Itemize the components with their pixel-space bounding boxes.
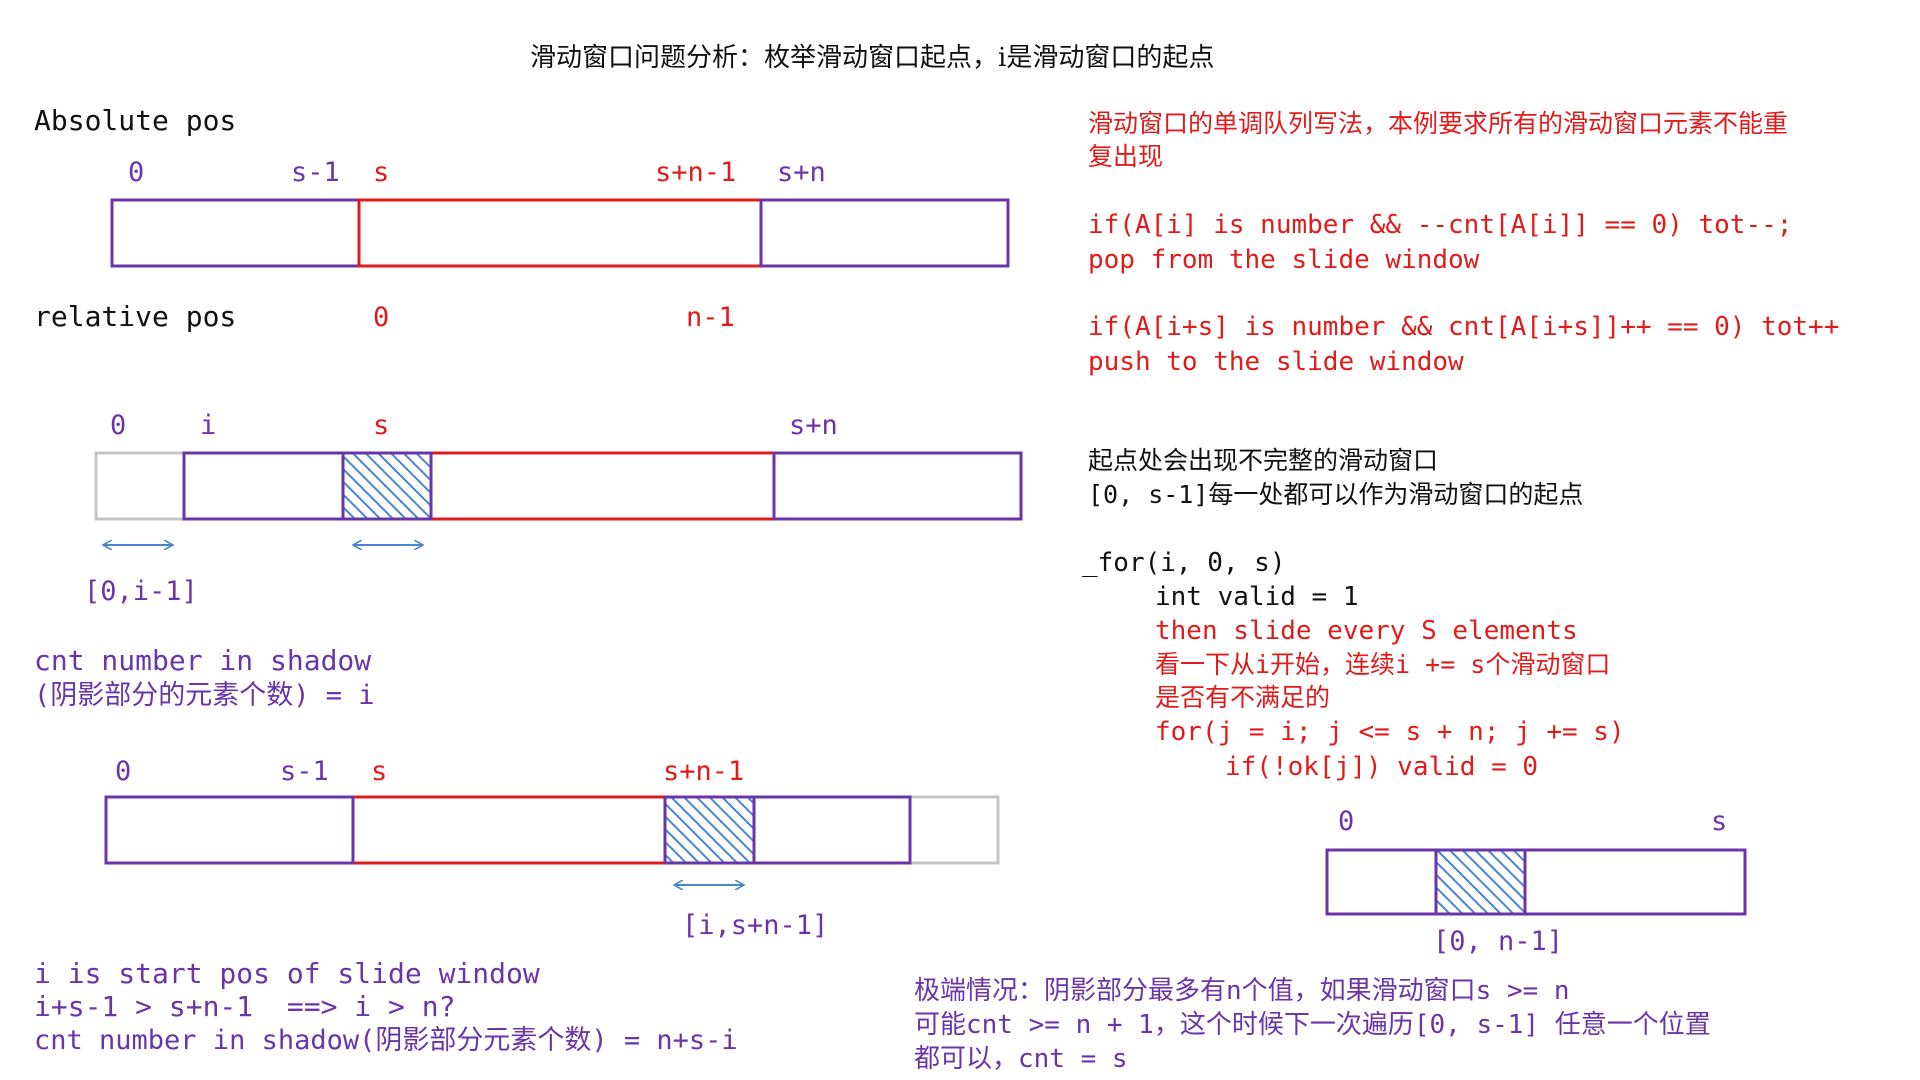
bottom-left-line3: cnt number in shadow(阴影部分元素个数) = n+s-i: [34, 1025, 738, 1056]
right-intro-line1: 滑动窗口的单调队列写法，本例要求所有的滑动窗口元素不能重: [1088, 109, 1788, 138]
loop-line6: for(j = i; j <= s + n; j += s): [1155, 717, 1625, 747]
d1-window-block: [357, 198, 763, 268]
code-pop-line: if(A[i] is number && --cnt[A[i]] == 0) t…: [1088, 210, 1792, 240]
loop-line5: 是否有不满足的: [1155, 683, 1330, 712]
bottom-left-line1: i is start pos of slide window: [34, 957, 540, 990]
extreme-line2: 可能cnt >= n + 1，这个时候下一次遍历[0, s-1] 任意一个位置: [914, 1010, 1711, 1040]
sliding-window-diagram: 滑动窗口问题分析：枚举滑动窗口起点，i是滑动窗口的起点 Absolute pos…: [34, 43, 1839, 1074]
d2-suffix-block: [772, 451, 1023, 521]
d4-tick-s: s: [1711, 806, 1727, 837]
d3-overflow-block: [908, 795, 1000, 865]
d4-window-block: [1325, 848, 1747, 916]
d2-range-label: [0,i-1]: [84, 576, 198, 607]
code-pop-note: pop from the slide window: [1088, 245, 1480, 275]
d2-tick-s: s: [373, 410, 389, 441]
d2-tick-0: 0: [110, 410, 126, 441]
d3-prefix-block: [104, 795, 355, 865]
shadow-note-line1: cnt number in shadow: [34, 644, 371, 677]
d3-range-label: [i,s+n-1]: [682, 910, 828, 941]
d3-tick-s-plus-n-minus-1: s+n-1: [663, 756, 744, 787]
d3-window-red-block: [351, 795, 667, 865]
page-title: 滑动窗口问题分析：枚举滑动窗口起点，i是滑动窗口的起点: [530, 43, 1214, 73]
loop-line2: int valid = 1: [1155, 582, 1359, 612]
bottom-left-line2: i+s-1 > s+n-1 ==> i > n?: [34, 990, 455, 1023]
d2-tick-i: i: [200, 410, 216, 441]
d3-suffix-block: [752, 795, 912, 865]
d1-rel-tick-0: 0: [373, 302, 389, 333]
shadow-note-line2: (阴影部分的元素个数) = i: [34, 680, 375, 711]
d1-tick-s-plus-n: s+n: [777, 157, 826, 188]
d4-range-label: [0, n-1]: [1433, 926, 1563, 957]
d4-tick-0: 0: [1338, 806, 1354, 837]
d3-tick-0: 0: [115, 756, 131, 787]
code-push-line: if(A[i+s] is number && cnt[A[i+s]]++ == …: [1088, 312, 1839, 342]
extreme-line3: 都可以，cnt = s: [914, 1044, 1128, 1074]
d1-suffix-block: [759, 198, 1010, 268]
loop-line3: then slide every S elements: [1155, 616, 1578, 646]
d2-prefix-block: [182, 451, 345, 521]
code-push-note: push to the slide window: [1088, 347, 1464, 377]
d4-shadow-block: [1434, 848, 1527, 916]
d1-tick-s-minus-1: s-1: [291, 157, 340, 188]
d3-tick-s-minus-1: s-1: [280, 756, 329, 787]
d2-tick-s-plus-n: s+n: [789, 410, 838, 441]
relative-pos-label: relative pos: [34, 300, 236, 333]
d2-window-red-block: [429, 451, 776, 521]
loop-line7: if(!ok[j]) valid = 0: [1225, 752, 1538, 782]
start-note-line2: [0, s-1]每一处都可以作为滑动窗口的起点: [1088, 480, 1583, 509]
absolute-pos-label: Absolute pos: [34, 104, 236, 137]
d1-tick-s: s: [373, 157, 389, 188]
loop-line4: 看一下从i开始，连续i += s个滑动窗口: [1155, 650, 1610, 679]
d3-tick-s: s: [371, 756, 387, 787]
d1-tick-s-plus-n-minus-1: s+n-1: [655, 157, 736, 188]
loop-line1: _for(i, 0, s): [1082, 548, 1286, 578]
extreme-line1: 极端情况：阴影部分最多有n个值，如果滑动窗口s >= n: [914, 976, 1570, 1006]
d3-shadow-block: [663, 795, 756, 865]
right-intro-line2: 复出现: [1088, 142, 1163, 171]
d1-prefix-block: [110, 198, 361, 268]
d2-skipped-block: [94, 451, 186, 521]
d1-rel-tick-n-minus-1: n-1: [686, 302, 735, 333]
d1-tick-0: 0: [128, 157, 144, 188]
d2-shadow-block: [341, 451, 433, 521]
start-note-line1: 起点处会出现不完整的滑动窗口: [1088, 446, 1438, 475]
